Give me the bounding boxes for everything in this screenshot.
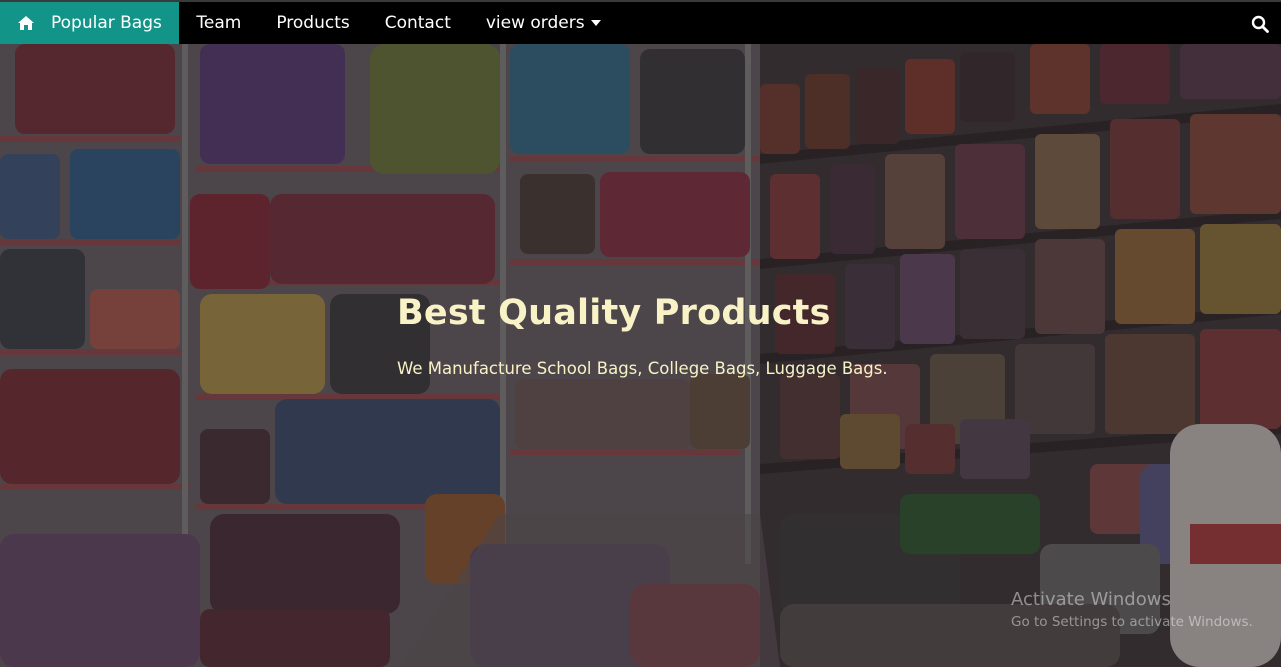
hero-title: Best Quality Products [397,293,831,333]
top-navbar: Popular Bags Team Products Contact view … [0,0,1281,44]
nav-item-view-orders[interactable]: view orders [468,2,618,44]
nav-item-label: view orders [485,13,585,33]
nav-item-team[interactable]: Team [179,2,259,44]
hero-subtitle: We Manufacture School Bags, College Bags… [397,359,888,378]
nav-item-products[interactable]: Products [259,2,367,44]
nav-item-contact[interactable]: Contact [367,2,468,44]
home-icon [18,16,34,30]
hero-dark-overlay [0,44,1281,667]
nav-brand-label: Popular Bags [51,13,162,33]
nav-item-label: Contact [384,13,451,33]
windows-activation-title: Activate Windows [1011,589,1171,610]
nav-item-label: Products [276,13,350,33]
hero-banner: Best Quality Products We Manufacture Sch… [0,44,1281,667]
nav-home-link[interactable]: Popular Bags [0,2,179,44]
nav-item-label: Team [196,13,242,33]
caret-down-icon [590,20,601,26]
search-icon[interactable] [1251,15,1269,33]
windows-activation-subtitle: Go to Settings to activate Windows. [1011,614,1253,630]
